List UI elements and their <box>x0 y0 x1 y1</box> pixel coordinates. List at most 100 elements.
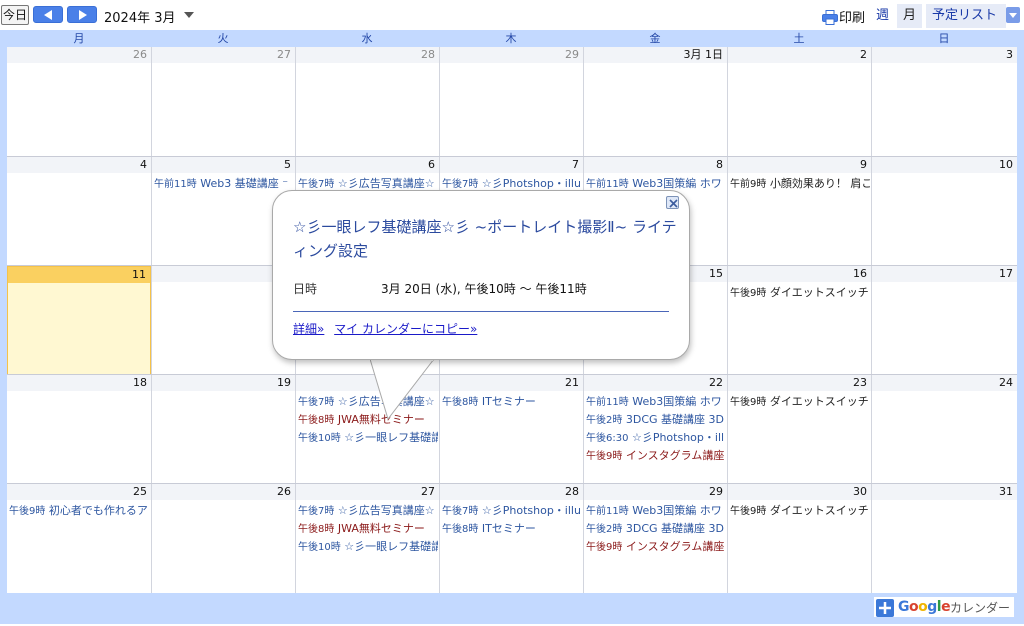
day-number[interactable]: 16 <box>728 266 871 282</box>
weekday-label: 金 <box>649 32 661 45</box>
day-cell[interactable]: 3 <box>871 47 1017 156</box>
day-cell[interactable]: 31 <box>871 484 1017 593</box>
day-cell[interactable]: 30 午後9時 ダイエットスイッチ <box>727 484 871 593</box>
day-cell[interactable]: 25 午後9時 初心者でも作れるア <box>7 484 151 593</box>
day-cell[interactable]: 19 <box>151 375 295 484</box>
calendar-event[interactable]: 午後9時 ダイエットスイッチ <box>728 502 870 520</box>
event-title: ITセミナー <box>481 522 536 535</box>
day-number[interactable]: 31 <box>872 484 1017 500</box>
day-number[interactable]: 29 <box>440 47 583 63</box>
calendar-event[interactable]: 午前11時 Web3国策編 ホワ <box>584 502 726 520</box>
day-number[interactable]: 23 <box>728 375 871 391</box>
current-month-title[interactable]: 2024年 3月 <box>104 7 176 26</box>
day-number[interactable]: 6 <box>296 157 439 173</box>
day-number[interactable]: 3 <box>872 47 1017 63</box>
close-button[interactable] <box>666 196 679 209</box>
day-cell-today[interactable]: 11 <box>7 266 151 375</box>
calendar-event[interactable]: 午後6:30 ☆彡Photshop・ill <box>584 429 726 447</box>
calendar-event[interactable]: 午後9時 インスタグラム講座 <box>584 538 726 556</box>
day-number[interactable]: 7 <box>440 157 583 173</box>
calendar-event[interactable]: 午後7時 ☆彡Photshop・illu <box>440 502 582 520</box>
day-cell[interactable]: 16 午後9時 ダイエットスイッチ <box>727 266 871 375</box>
day-number[interactable]: 5 <box>152 157 295 173</box>
calendar-event[interactable]: 午後9時 ダイエットスイッチ <box>728 284 870 302</box>
day-cell[interactable]: 27 午後7時 ☆彡広告写真講座☆ 午後8時 JWA無料セミナー 午後10時 ☆彡一眼… <box>295 484 439 593</box>
day-cell[interactable]: 24 <box>871 375 1017 484</box>
google-calendar-logo[interactable]: Google カレンダー <box>874 597 1014 617</box>
day-number[interactable]: 30 <box>728 484 871 500</box>
printer-icon <box>822 10 838 25</box>
day-cell[interactable]: 29 午前11時 Web3国策編 ホワ 午後2時 3DCG 基礎講座 3D 午後9時 … <box>583 484 727 593</box>
day-number[interactable]: 22 <box>584 375 727 391</box>
day-number[interactable]: 10 <box>872 157 1017 173</box>
day-number[interactable]: 29 <box>584 484 727 500</box>
event-time: 午後7時 <box>442 506 479 517</box>
week-row: 25 午後9時 初心者でも作れるア 26 27 午後7時 ☆彡広告写真講座☆ 午後8時 J… <box>7 483 1017 593</box>
day-cell[interactable]: 9 午前9時 小顔効果あり！ 肩こ <box>727 157 871 266</box>
day-cell[interactable]: 2 <box>727 47 871 156</box>
calendar-event[interactable]: 午後10時 ☆彡一眼レフ基礎講 <box>296 538 438 556</box>
calendar-event[interactable]: 午後7時 ☆彡広告写真講座☆ <box>296 502 438 520</box>
calendar-event[interactable]: 午後9時 初心者でも作れるア <box>7 502 149 520</box>
day-cell[interactable]: 17 <box>871 266 1017 375</box>
day-number[interactable]: 21 <box>440 375 583 391</box>
copy-to-calendar-link[interactable]: マイ カレンダーにコピー» <box>334 322 477 336</box>
day-number[interactable]: 24 <box>872 375 1017 391</box>
day-cell[interactable]: 10 <box>871 157 1017 266</box>
calendar-event[interactable]: 午前11時 Web3 基礎講座 ⁻ <box>152 175 294 193</box>
tab-month[interactable]: 月 <box>897 4 923 28</box>
day-number[interactable]: 17 <box>872 266 1017 282</box>
day-cell[interactable]: 23 午後9時 ダイエットスイッチ <box>727 375 871 484</box>
day-cell[interactable]: 29 <box>439 47 583 156</box>
calendar-event[interactable]: 午後9時 インスタグラム講座 <box>584 447 726 465</box>
day-cell[interactable]: 26 <box>7 47 151 156</box>
day-cell[interactable]: 28 午後7時 ☆彡Photshop・illu 午後8時 ITセミナー <box>439 484 583 593</box>
day-number[interactable]: 19 <box>152 375 295 391</box>
today-button[interactable]: 今日 <box>1 5 29 25</box>
event-time: 午後9時 <box>9 506 46 517</box>
day-number[interactable]: 2 <box>728 47 871 63</box>
calendar-event[interactable]: 午後8時 ITセミナー <box>440 393 582 411</box>
agenda-dropdown-button[interactable] <box>1006 7 1020 23</box>
day-cell[interactable]: 3月 1日 <box>583 47 727 156</box>
calendar-event[interactable]: 午後8時 JWA無料セミナー <box>296 520 438 538</box>
calendar-event[interactable]: 午前11時 Web3国策編 ホワ <box>584 393 726 411</box>
day-number[interactable]: 27 <box>296 484 439 500</box>
calendar-event[interactable]: 午前9時 小顔効果あり！ 肩こ <box>728 175 870 193</box>
day-number[interactable]: 27 <box>152 47 295 63</box>
day-number[interactable]: 4 <box>7 157 151 173</box>
day-number[interactable]: 28 <box>440 484 583 500</box>
day-number[interactable]: 9 <box>728 157 871 173</box>
day-cell[interactable]: 27 <box>151 47 295 156</box>
day-cell[interactable]: 22 午前11時 Web3国策編 ホワ 午後2時 3DCG 基礎講座 3D 午後6:3… <box>583 375 727 484</box>
calendar-event[interactable]: 午後9時 ダイエットスイッチ <box>728 393 870 411</box>
calendar-event[interactable]: 午後8時 ITセミナー <box>440 520 582 538</box>
tab-agenda[interactable]: 予定リスト <box>926 4 1006 28</box>
day-number[interactable]: 8 <box>584 157 727 173</box>
chevron-down-icon[interactable] <box>184 12 194 18</box>
day-number[interactable]: 11 <box>8 267 150 283</box>
event-title: インスタグラム講座 <box>625 540 725 553</box>
print-button[interactable]: 印刷 <box>822 7 865 26</box>
event-title: インスタグラム講座 <box>625 449 725 462</box>
tab-week[interactable]: 週 <box>870 4 896 28</box>
calendar-event[interactable]: 午後2時 3DCG 基礎講座 3D <box>584 411 726 429</box>
day-cell[interactable]: 26 <box>151 484 295 593</box>
day-cell[interactable]: 18 <box>7 375 151 484</box>
day-number[interactable]: 26 <box>7 47 151 63</box>
calendar-event[interactable]: 午後10時 ☆彡一眼レフ基礎講 <box>296 429 438 447</box>
day-number[interactable]: 18 <box>7 375 151 391</box>
event-title: ☆彡一眼レフ基礎講座☆彡 ~ポートレイト撮影Ⅱ~ ライティング設定 <box>293 218 677 260</box>
details-link[interactable]: 詳細» <box>293 322 324 336</box>
day-cell[interactable]: 21 午後8時 ITセミナー <box>439 375 583 484</box>
day-number[interactable]: 25 <box>7 484 151 500</box>
calendar-event[interactable]: 午後2時 3DCG 基礎講座 3D <box>584 520 726 538</box>
day-number[interactable]: 28 <box>296 47 439 63</box>
day-cell[interactable]: 28 <box>295 47 439 156</box>
next-month-button[interactable] <box>67 6 97 23</box>
prev-month-button[interactable] <box>33 6 63 23</box>
event-time: 午前11時 <box>586 506 629 517</box>
day-number[interactable]: 3月 1日 <box>584 47 727 63</box>
day-cell[interactable]: 4 <box>7 157 151 266</box>
day-number[interactable]: 26 <box>152 484 295 500</box>
